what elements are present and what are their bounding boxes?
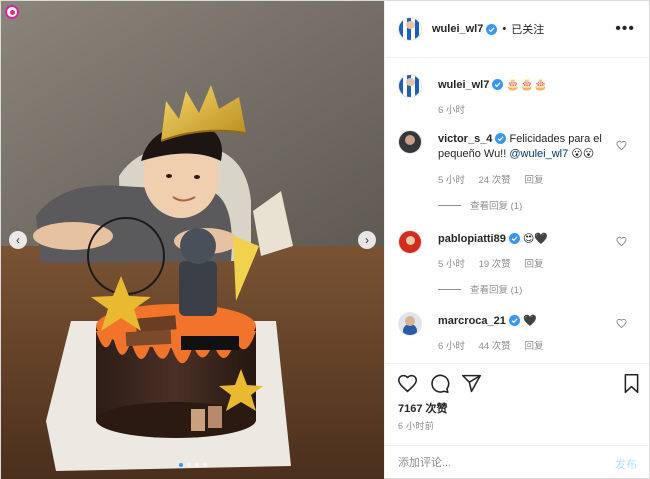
heart-icon[interactable] xyxy=(397,373,418,394)
comment-emoji: 😮😮 xyxy=(571,148,595,160)
post-time-ago: 6 小时前 xyxy=(398,421,435,431)
replies-line xyxy=(438,288,461,290)
reply-button[interactable]: 回复 xyxy=(524,175,543,186)
comment-text-block: pablopiatti89 😍🖤 xyxy=(438,232,621,247)
verified-badge-icon xyxy=(508,233,520,244)
post-header: wulei_wl7 • 已关注 ••• xyxy=(385,1,649,58)
comment-mention-link[interactable]: @wulei_wl7 xyxy=(509,148,568,160)
heart-icon[interactable] xyxy=(616,236,627,247)
comment-time: 5 小时 xyxy=(438,259,465,270)
comment-meta: 6 小时 44 次赞 回复 xyxy=(438,338,554,352)
comment-text-block: marcroca_21 🖤 xyxy=(438,314,621,329)
caption-time: 6 小时 xyxy=(438,105,465,116)
verified-badge-icon xyxy=(495,133,507,144)
comment-likes[interactable]: 19 次赞 xyxy=(479,259,511,270)
comments-list: wulei_wl7 🎂🎂🎂 6 小时 victor_s_4 Felicidade… xyxy=(385,58,649,363)
comment-bubble-icon[interactable] xyxy=(429,373,450,394)
heart-icon[interactable] xyxy=(616,140,627,151)
comment-likes[interactable]: 24 次赞 xyxy=(479,175,511,186)
verified-badge-icon xyxy=(486,23,498,35)
comment-meta: 5 小时 19 次赞 回复 xyxy=(438,256,554,270)
story-ring-icon xyxy=(5,5,19,19)
verified-badge-icon xyxy=(492,79,504,90)
comment-text: 😍🖤 xyxy=(522,233,549,245)
post-photo[interactable]: ‹ › xyxy=(1,1,384,479)
reply-button[interactable]: 回复 xyxy=(524,341,543,352)
birthday-cake-photo xyxy=(1,1,384,479)
comment-username[interactable]: victor_s_4 xyxy=(438,133,492,145)
caption-text: 🎂🎂🎂 xyxy=(506,79,548,91)
comment-text: 🖤 xyxy=(522,315,537,327)
comment-likes[interactable]: 44 次赞 xyxy=(479,341,511,352)
view-replies-button[interactable]: 查看回复 (1) xyxy=(438,198,522,212)
comment-time: 6 小时 xyxy=(438,341,465,352)
author-username[interactable]: wulei_wl7 xyxy=(432,23,483,35)
carousel-dot xyxy=(178,463,183,467)
instagram-post-dialog: ‹ › wulei_wl7 • 已关注 ••• wulei_wl7 🎂🎂🎂 6 … xyxy=(0,0,650,479)
comment-avatar[interactable] xyxy=(398,312,422,336)
chevron-right-icon[interactable]: › xyxy=(358,231,376,249)
comment-text-block: victor_s_4 Felicidades para el pequeño W… xyxy=(438,132,621,162)
comment-input[interactable] xyxy=(398,454,598,472)
carousel-dot xyxy=(186,463,191,467)
more-options-icon[interactable]: ••• xyxy=(615,21,635,37)
add-comment-bar: 发布 xyxy=(385,445,649,479)
post-side-panel: wulei_wl7 • 已关注 ••• wulei_wl7 🎂🎂🎂 6 小时 v… xyxy=(384,1,649,478)
caption-username[interactable]: wulei_wl7 xyxy=(438,79,489,91)
view-replies-button[interactable]: 查看回复 (1) xyxy=(438,282,522,296)
caption-text-block: wulei_wl7 🎂🎂🎂 xyxy=(438,78,621,93)
comment-username[interactable]: pablopiatti89 xyxy=(438,233,506,245)
heart-icon[interactable] xyxy=(616,318,627,329)
comment-avatar[interactable] xyxy=(398,230,422,254)
view-replies-label: 查看回复 (1) xyxy=(470,201,523,212)
view-replies-label: 查看回复 (1) xyxy=(470,285,523,296)
following-button[interactable]: 已关注 xyxy=(511,21,544,37)
author-avatar[interactable] xyxy=(398,17,422,41)
replies-line xyxy=(438,204,461,206)
chevron-left-icon[interactable]: ‹ xyxy=(9,231,27,249)
header-separator: • xyxy=(502,23,507,35)
carousel-dot xyxy=(202,463,207,467)
likes-count[interactable]: 7167 次赞 xyxy=(398,400,448,416)
comment-time: 5 小时 xyxy=(438,175,465,186)
caption-avatar[interactable] xyxy=(398,74,422,98)
caption-meta: 6 小时 xyxy=(438,102,476,116)
bookmark-icon[interactable] xyxy=(621,373,642,394)
post-comment-button[interactable]: 发布 xyxy=(615,456,637,472)
comment-avatar[interactable] xyxy=(398,130,422,154)
carousel-dot xyxy=(194,463,199,467)
carousel-indicator xyxy=(1,463,384,467)
reply-button[interactable]: 回复 xyxy=(524,259,543,270)
comment-meta: 5 小时 24 次赞 回复 xyxy=(438,172,554,186)
paper-plane-icon[interactable] xyxy=(461,373,482,394)
post-actions: 7167 次赞 6 小时前 xyxy=(385,363,649,445)
verified-badge-icon xyxy=(508,315,520,326)
comment-username[interactable]: marcroca_21 xyxy=(438,315,506,327)
